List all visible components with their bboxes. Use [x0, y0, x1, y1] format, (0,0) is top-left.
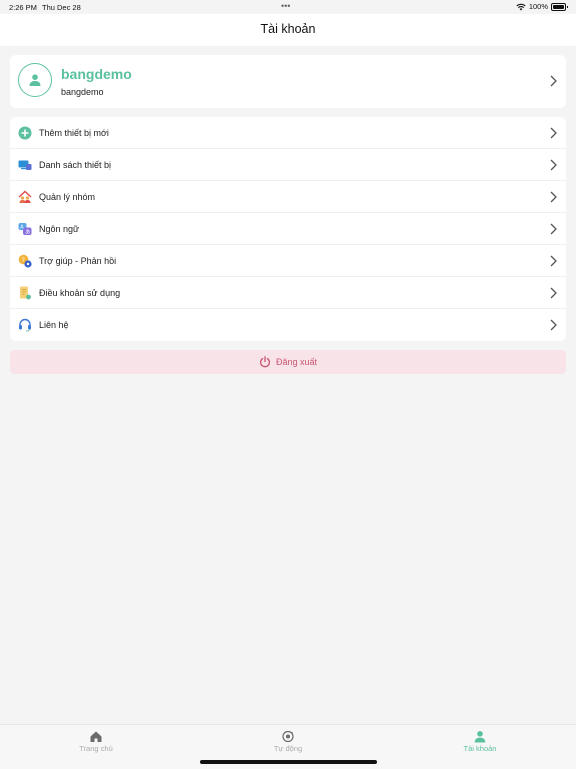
menu-item-device-list[interactable]: Danh sách thiết bị: [10, 149, 566, 181]
menu-item-label: Điều khoản sử dụng: [39, 288, 121, 298]
avatar: [18, 63, 52, 97]
menu-item-label: Thêm thiết bị mới: [39, 128, 109, 138]
status-time: 2:26 PM: [9, 3, 37, 12]
menu-item-contact[interactable]: Liên hệ: [10, 309, 566, 341]
headset-icon: [19, 318, 31, 332]
status-right: 100%: [516, 2, 568, 11]
chevron-right-icon: [550, 127, 557, 139]
terms-icon: [20, 286, 31, 300]
tab-label: Trang chủ: [79, 744, 113, 753]
home-indicator[interactable]: [200, 760, 377, 764]
menu-item-label: Quản lý nhóm: [39, 192, 96, 202]
help-icon: ?: [18, 254, 32, 268]
add-circle-icon: [18, 126, 32, 140]
profile-username: bangdemo: [61, 87, 104, 97]
svg-text:?: ?: [22, 256, 25, 264]
tab-label: Tài khoản: [463, 744, 497, 753]
chevron-right-icon: [550, 287, 557, 299]
settings-menu: Thêm thiết bị mới Danh sách thiết bị Quả…: [10, 117, 566, 341]
user-icon: [29, 74, 41, 86]
profile-card[interactable]: bangdemo bangdemo: [10, 55, 566, 108]
multitasking-dots-icon[interactable]: •••: [281, 1, 290, 11]
menu-item-help-feedback[interactable]: ? Trợ giúp - Phản hồi: [10, 245, 566, 277]
tab-label: Tự động: [273, 744, 303, 753]
profile-name: bangdemo: [61, 66, 132, 82]
devices-icon: [18, 160, 32, 170]
menu-item-add-device[interactable]: Thêm thiết bị mới: [10, 117, 566, 149]
power-icon: [260, 356, 270, 368]
battery-percent: 100%: [528, 2, 548, 11]
language-icon: A あ: [18, 223, 32, 236]
group-icon: [18, 190, 32, 203]
tab-home[interactable]: Trang chủ: [0, 725, 192, 769]
nav-header: Tài khoản: [0, 14, 576, 46]
menu-item-label: Danh sách thiết bị: [39, 160, 112, 170]
logout-label: Đăng xuất: [275, 357, 318, 367]
chevron-right-icon: [550, 75, 557, 87]
account-icon: [474, 731, 486, 743]
menu-item-label: Liên hệ: [39, 320, 69, 330]
page-title: Tài khoản: [260, 22, 316, 36]
chevron-right-icon: [550, 191, 557, 203]
automation-icon: [282, 730, 294, 743]
menu-item-label: Trợ giúp - Phản hồi: [39, 256, 117, 266]
home-icon: [90, 731, 102, 742]
menu-item-language[interactable]: A あ Ngôn ngữ: [10, 213, 566, 245]
chevron-right-icon: [550, 255, 557, 267]
chevron-right-icon: [550, 223, 557, 235]
chevron-right-icon: [550, 319, 557, 331]
svg-text:あ: あ: [25, 230, 30, 236]
status-bar: 2:26 PM Thu Dec 28 ••• 100%: [0, 0, 576, 14]
menu-item-terms[interactable]: Điều khoản sử dụng: [10, 277, 566, 309]
menu-item-label: Ngôn ngữ: [39, 224, 80, 234]
battery-icon: [551, 2, 568, 11]
status-date: Thu Dec 28: [42, 3, 81, 12]
chevron-right-icon: [550, 159, 557, 171]
tab-account[interactable]: Tài khoản: [384, 725, 576, 769]
logout-button[interactable]: Đăng xuất: [10, 350, 566, 374]
svg-text:A: A: [20, 225, 24, 231]
menu-item-group-management[interactable]: Quản lý nhóm: [10, 181, 566, 213]
wifi-icon: [516, 3, 526, 10]
